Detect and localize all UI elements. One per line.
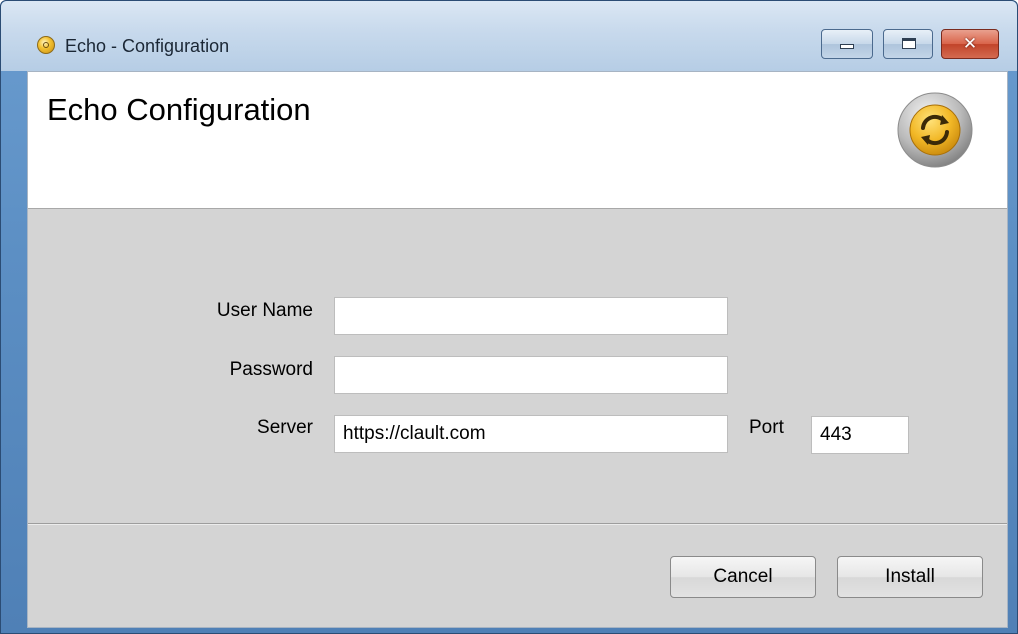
cancel-button[interactable]: Cancel [670,556,816,598]
page-title: Echo Configuration [47,92,311,127]
server-input[interactable] [334,415,728,453]
minimize-icon [840,44,854,49]
password-label: Password [229,359,313,380]
echo-app-icon [37,36,55,54]
server-label: Server [257,417,313,438]
maximize-button[interactable] [883,29,933,59]
footer-divider [28,523,1007,525]
close-icon: ✕ [962,34,978,54]
user-name-label: User Name [216,300,313,321]
dialog-body: Echo Configuration User Name Password Se… [27,71,1008,628]
password-input[interactable] [334,356,728,394]
port-input[interactable] [811,416,909,454]
echo-sync-logo-icon [897,92,973,168]
dialog-header: Echo Configuration [28,72,1007,209]
minimize-button[interactable] [821,29,873,59]
window-title: Echo - Configuration [65,36,230,56]
close-button[interactable]: ✕ [941,29,999,59]
maximize-icon [902,38,916,49]
user-name-input[interactable] [334,297,728,335]
install-button[interactable]: Install [837,556,983,598]
title-bar[interactable]: Echo - Configuration ✕ [1,1,1017,71]
port-label: Port [749,417,784,438]
configuration-window: Echo - Configuration ✕ Echo Configuratio… [0,0,1018,634]
